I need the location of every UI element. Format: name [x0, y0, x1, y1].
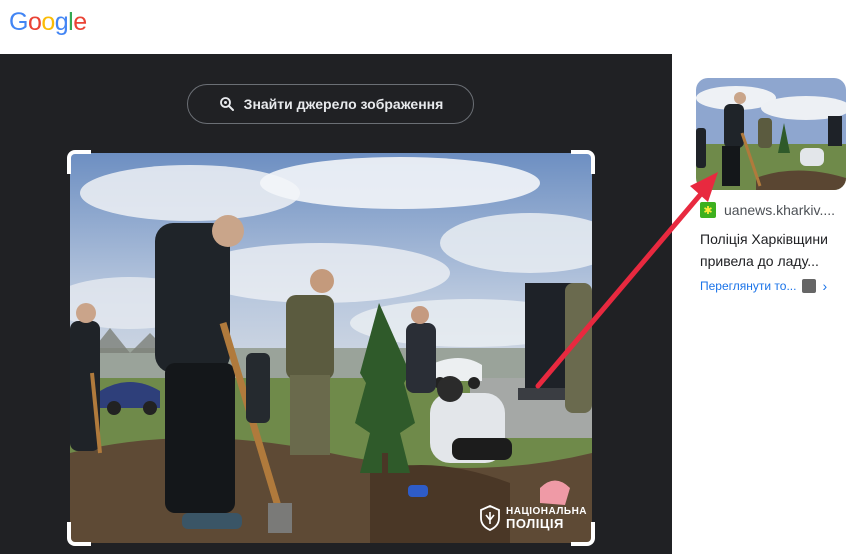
logo-letter: g	[54, 8, 69, 36]
chevron-right-icon: ›	[822, 278, 828, 294]
crop-handle-top-right[interactable]	[571, 150, 595, 174]
results-panel: ✱ uanews.kharkiv.... Поліція Харківщини …	[672, 54, 858, 554]
find-image-source-button[interactable]: Знайти джерело зображення	[187, 84, 474, 124]
result-source-name: uanews.kharkiv....	[724, 202, 836, 218]
lens-search-icon	[219, 97, 234, 111]
selected-image-frame[interactable]: НАЦІОНАЛЬНА ПОЛІЦІЯ	[67, 150, 595, 546]
top-bar: Google	[0, 0, 858, 54]
police-shield-icon	[480, 505, 500, 531]
crop-handle-top-left[interactable]	[67, 150, 91, 174]
result-thumbnail-image	[696, 78, 846, 190]
google-logo[interactable]: Google	[9, 8, 87, 37]
tree-planting-photo	[70, 153, 592, 543]
visit-label: Переглянути то...	[700, 279, 797, 293]
logo-letter: G	[9, 8, 28, 36]
crop-handle-bottom-right[interactable]	[571, 522, 595, 546]
logo-letter: o	[27, 8, 42, 36]
logo-letter: o	[41, 8, 55, 36]
logo-letter: e	[73, 8, 87, 36]
main-photo: НАЦІОНАЛЬНА ПОЛІЦІЯ	[70, 153, 592, 543]
result-title-link[interactable]: Поліція Харківщини привела до ладу...	[700, 228, 850, 272]
result-source[interactable]: ✱ uanews.kharkiv....	[700, 202, 835, 218]
image-viewer: Знайти джерело зображення НАЦІОНАЛЬНА ПО…	[0, 54, 672, 554]
mini-thumbnail-icon	[802, 279, 817, 293]
visit-link[interactable]: Переглянути то... ›	[700, 278, 827, 294]
site-favicon-icon: ✱	[700, 202, 716, 218]
find-image-source-label: Знайти джерело зображення	[243, 96, 444, 112]
result-thumbnail[interactable]	[696, 78, 846, 190]
crop-handle-bottom-left[interactable]	[67, 522, 91, 546]
